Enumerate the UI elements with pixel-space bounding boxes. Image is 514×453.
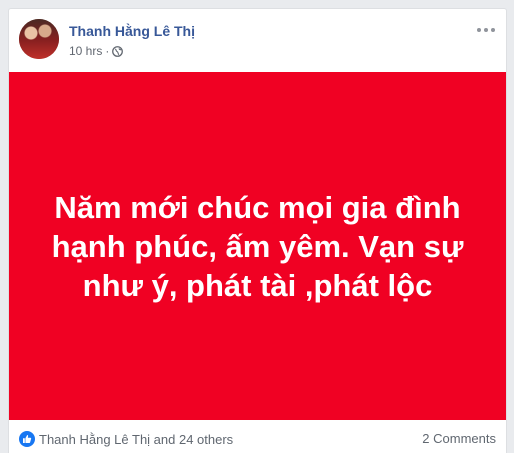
more-dot (491, 28, 495, 32)
meta-separator: · (105, 44, 110, 58)
comments-count-link[interactable]: 2 Comments (422, 431, 496, 446)
post-card: Thanh Hằng Lê Thị 10 hrs · Năm mới chúc … (8, 8, 507, 453)
post-text: Năm mới chúc mọi gia đình hạnh phúc, ấm … (51, 189, 464, 303)
author-name[interactable]: Thanh Hằng Lê Thị (69, 23, 195, 39)
like-icon (19, 431, 35, 447)
more-options-icon[interactable] (476, 23, 496, 37)
post-meta: 10 hrs · (69, 44, 124, 58)
post-time[interactable]: 10 hrs (69, 44, 102, 58)
post-footer: Thanh Hằng Lê Thị and 24 others 2 Commen… (19, 429, 496, 451)
more-dot (477, 28, 481, 32)
post-background: Năm mới chúc mọi gia đình hạnh phúc, ấm … (9, 72, 506, 420)
more-dot (484, 28, 488, 32)
post-header: Thanh Hằng Lê Thị 10 hrs · (19, 19, 496, 61)
globe-icon[interactable] (112, 45, 124, 57)
avatar[interactable] (19, 19, 59, 59)
reactions-text: Thanh Hằng Lê Thị and 24 others (39, 431, 234, 447)
reactions-summary[interactable]: Thanh Hằng Lê Thị and 24 others (19, 431, 233, 447)
avatar-image (19, 19, 59, 59)
